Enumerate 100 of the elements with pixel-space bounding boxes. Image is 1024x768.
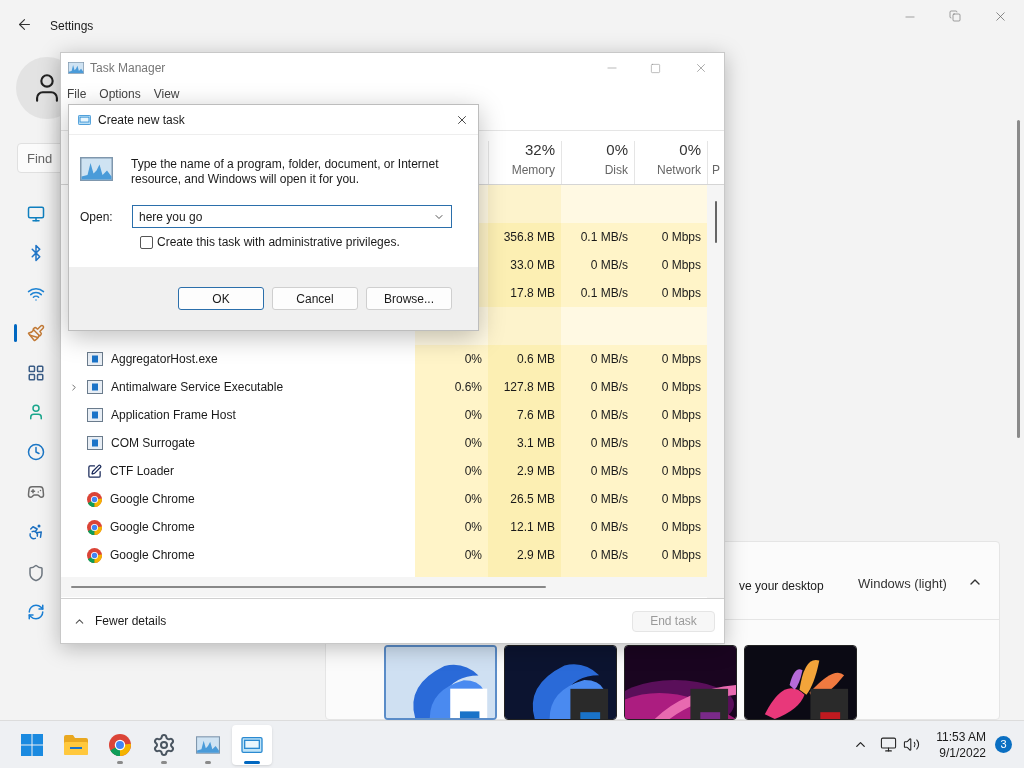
table-cell: 7.6 MB [488,401,561,429]
table-cell: 0 Mbps [634,513,707,541]
shield-icon[interactable] [27,564,45,582]
table-cell: 0% [415,401,488,429]
column-header[interactable]: 0% Network [634,141,707,184]
run-icon [78,114,91,125]
column-header[interactable]: 32% Memory [488,141,561,184]
display-icon[interactable] [27,205,45,223]
graph-icon [80,157,113,181]
table-cell: 17.8 MB [488,279,561,307]
table-cell: 0% [415,429,488,457]
folder-icon [64,734,88,755]
table-cell: 12.1 MB [488,513,561,541]
table-cell: 0 MB/s [561,541,634,569]
notification-badge[interactable]: 3 [995,736,1012,753]
table-cell: 0% [415,513,488,541]
table-cell: 0% [415,345,488,373]
table-cell: 2.9 MB [488,457,561,485]
table-cell: 0.6% [415,373,488,401]
column-header[interactable]: 0% Disk [561,141,634,184]
windows-logo-icon [21,733,43,756]
table-cell: 0 MB/s [561,485,634,513]
menu-item[interactable]: View [153,85,180,103]
table-cell: 0 Mbps [634,279,707,307]
checkbox-label: Create this task with administrative privileges. [157,234,400,251]
window-title: Task Manager [90,60,166,77]
table-cell: 0.1 MB/s [561,279,634,307]
apps-icon[interactable] [27,364,45,382]
table-cell: 0 Mbps [634,541,707,569]
wifi-icon[interactable] [27,285,45,303]
process-name: Application Frame Host [111,407,236,424]
table-cell: 0% [415,457,488,485]
column-header[interactable]: P [707,141,724,184]
table-cell: 0 MB/s [561,513,634,541]
chrome-icon [87,491,102,507]
scrollbar[interactable] [714,201,717,243]
table-cell: 0 Mbps [634,401,707,429]
table-cell: 0% [415,485,488,513]
dialog-button[interactable]: Cancel [272,287,358,310]
fewer-details-link[interactable]: Fewer details [95,612,167,630]
expand-icon[interactable] [69,381,79,393]
network-icon[interactable] [880,736,898,753]
paintbrush-icon[interactable] [27,324,45,342]
gamepad-icon[interactable] [27,483,45,501]
menu-item[interactable]: Options [99,85,141,103]
window-icon [87,408,103,422]
update-icon[interactable] [27,603,45,621]
window-icon [87,380,103,394]
clock-icon[interactable] [27,443,45,461]
menu-item[interactable]: File [67,85,87,103]
table-cell: 0.6 MB [488,345,561,373]
pen-icon [87,463,102,479]
window-icon [87,352,103,366]
table-cell: 26.5 MB [488,485,561,513]
checkbox[interactable] [140,235,153,249]
dialog-message: Type the name of a program, folder, document, or Internet resource, and Windows will open it for you. [131,157,440,187]
process-name: CTF Loader [110,463,175,480]
clock-time[interactable]: 11:53 AM [936,728,986,745]
table-cell: 0 Mbps [634,457,707,485]
chrome-icon [109,733,131,756]
table-cell: 0 MB/s [561,251,634,279]
table-cell: 2.9 MB [488,541,561,569]
dialog-button[interactable]: Browse... [366,287,452,310]
clock-date[interactable]: 9/1/2022 [939,744,986,761]
window-title: Settings [50,18,94,35]
table-cell: 0 Mbps [634,373,707,401]
dialog-title: Create new task [98,111,185,129]
table-cell: 3.1 MB [488,429,561,457]
table-cell: 0 MB/s [561,401,634,429]
window-icon [87,436,103,450]
table-cell: 0 MB/s [561,457,634,485]
taskbar-button[interactable] [232,724,272,765]
table-cell: 0 Mbps [634,223,707,251]
process-name: Google Chrome [110,491,195,508]
accessibility-icon[interactable] [27,523,45,541]
table-cell: 0 Mbps [634,429,707,457]
table-cell: 0 Mbps [634,485,707,513]
chrome-icon [87,547,102,563]
chrome-icon [87,519,102,535]
scrollbar[interactable] [71,586,546,588]
table-cell: 0 MB/s [561,429,634,457]
back-icon[interactable] [16,16,33,33]
table-cell: 127.8 MB [488,373,561,401]
process-name: Google Chrome [110,519,195,536]
process-name: AggregatorHost.exe [111,351,218,368]
task-manager-icon [68,62,84,74]
person-icon[interactable] [27,403,45,421]
window-icon [241,736,263,753]
volume-icon[interactable] [903,736,921,753]
open-field[interactable]: here you go [132,205,452,228]
process-name: Google Chrome [110,547,195,564]
scrollbar[interactable] [1017,120,1020,438]
dialog-button[interactable]: OK [178,287,264,310]
process-name: COM Surrogate [111,435,196,452]
table-cell: 33.0 MB [488,251,561,279]
setting-value[interactable]: Windows (light) [858,574,947,594]
process-name: Antimalware Service Executable [111,379,284,396]
table-cell: 356.8 MB [488,223,561,251]
setting-label: ve your desktop [739,578,824,595]
table-cell: 0 MB/s [561,345,634,373]
